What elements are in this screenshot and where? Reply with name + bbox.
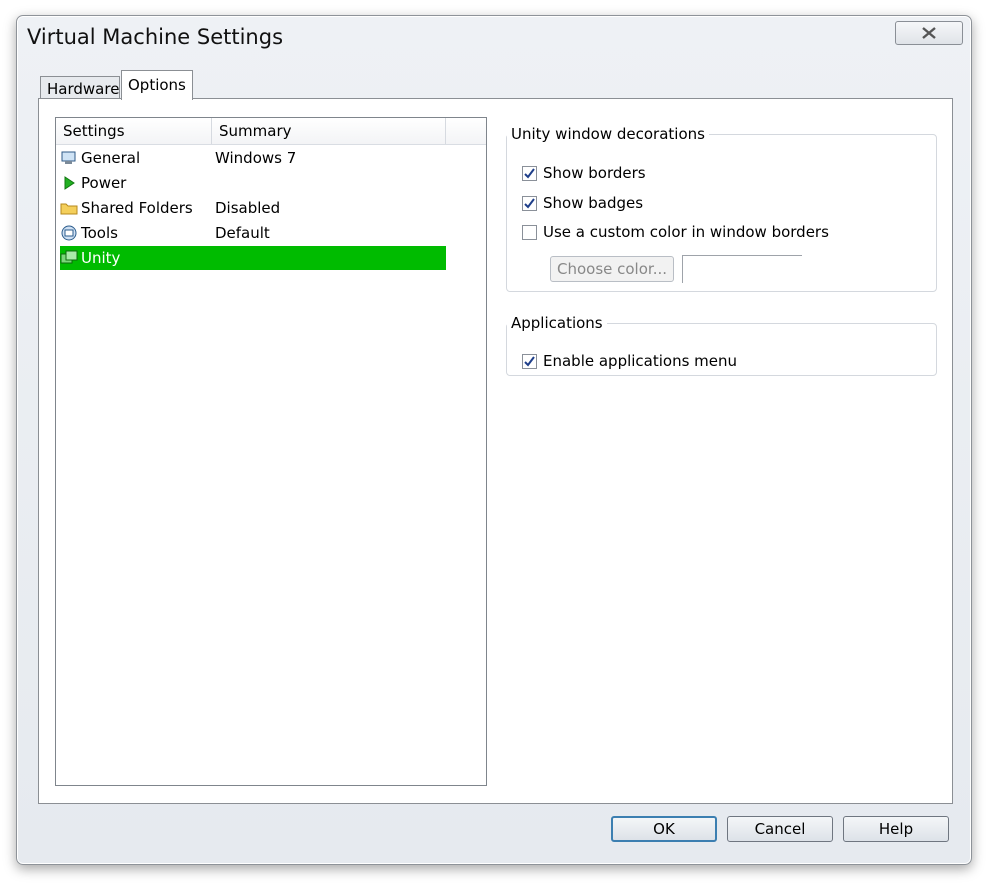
show-badges-checkbox[interactable] bbox=[522, 195, 537, 211]
tab-options[interactable]: Options bbox=[121, 70, 193, 100]
custom-color-option[interactable]: Use a custom color in window borders bbox=[522, 223, 829, 241]
header-summary[interactable]: Summary bbox=[212, 118, 446, 144]
power-icon bbox=[60, 174, 78, 192]
list-item-tools[interactable]: Tools Default bbox=[60, 221, 446, 245]
enable-menu-checkbox[interactable] bbox=[522, 353, 537, 369]
list-item-shared-folders[interactable]: Shared Folders Disabled bbox=[60, 196, 446, 220]
list-item-unity[interactable]: Unity bbox=[60, 246, 446, 270]
choose-color-button[interactable]: Choose color... bbox=[550, 256, 674, 282]
checkmark-icon bbox=[524, 197, 535, 209]
list-item-summary: Windows 7 bbox=[215, 149, 297, 167]
list-item-summary: Default bbox=[215, 224, 270, 242]
settings-window: Virtual Machine Settings Hardware Option… bbox=[16, 15, 972, 865]
custom-color-label: Use a custom color in window borders bbox=[543, 223, 829, 241]
header-settings[interactable]: Settings bbox=[56, 118, 212, 144]
color-swatch bbox=[682, 255, 802, 283]
tools-icon bbox=[60, 224, 78, 242]
options-panel: Settings Summary General Windows 7 Power bbox=[38, 98, 953, 804]
enable-menu-label: Enable applications menu bbox=[543, 352, 738, 370]
list-item-label: Power bbox=[81, 174, 127, 192]
ok-button[interactable]: OK bbox=[611, 816, 717, 842]
show-borders-option[interactable]: Show borders bbox=[522, 164, 646, 182]
list-header: Settings Summary bbox=[56, 118, 486, 145]
general-icon bbox=[60, 149, 78, 167]
list-item-summary: Disabled bbox=[215, 199, 281, 217]
custom-color-checkbox[interactable] bbox=[522, 224, 537, 240]
list-item-label: Unity bbox=[81, 249, 121, 267]
window-title: Virtual Machine Settings bbox=[27, 25, 284, 49]
settings-list[interactable]: Settings Summary General Windows 7 Power bbox=[55, 117, 487, 786]
enable-menu-option[interactable]: Enable applications menu bbox=[522, 352, 737, 370]
list-item-label: Tools bbox=[81, 224, 118, 242]
unity-icon bbox=[60, 249, 78, 267]
show-borders-checkbox[interactable] bbox=[522, 165, 537, 181]
list-item-power[interactable]: Power bbox=[60, 171, 446, 195]
list-item-label: Shared Folders bbox=[81, 199, 193, 217]
show-borders-label: Show borders bbox=[543, 164, 646, 182]
folder-icon bbox=[60, 199, 78, 217]
list-item-general[interactable]: General Windows 7 bbox=[60, 146, 446, 170]
checkmark-icon bbox=[524, 167, 535, 179]
list-item-label: General bbox=[81, 149, 141, 167]
checkmark-icon bbox=[524, 355, 535, 367]
applications-legend: Applications bbox=[511, 314, 603, 332]
close-icon bbox=[922, 27, 936, 39]
show-badges-label: Show badges bbox=[543, 194, 644, 212]
cancel-button[interactable]: Cancel bbox=[727, 816, 833, 842]
show-badges-option[interactable]: Show badges bbox=[522, 194, 643, 212]
help-button[interactable]: Help bbox=[843, 816, 949, 842]
unity-decorations-legend: Unity window decorations bbox=[511, 125, 705, 143]
close-button[interactable] bbox=[895, 21, 963, 45]
